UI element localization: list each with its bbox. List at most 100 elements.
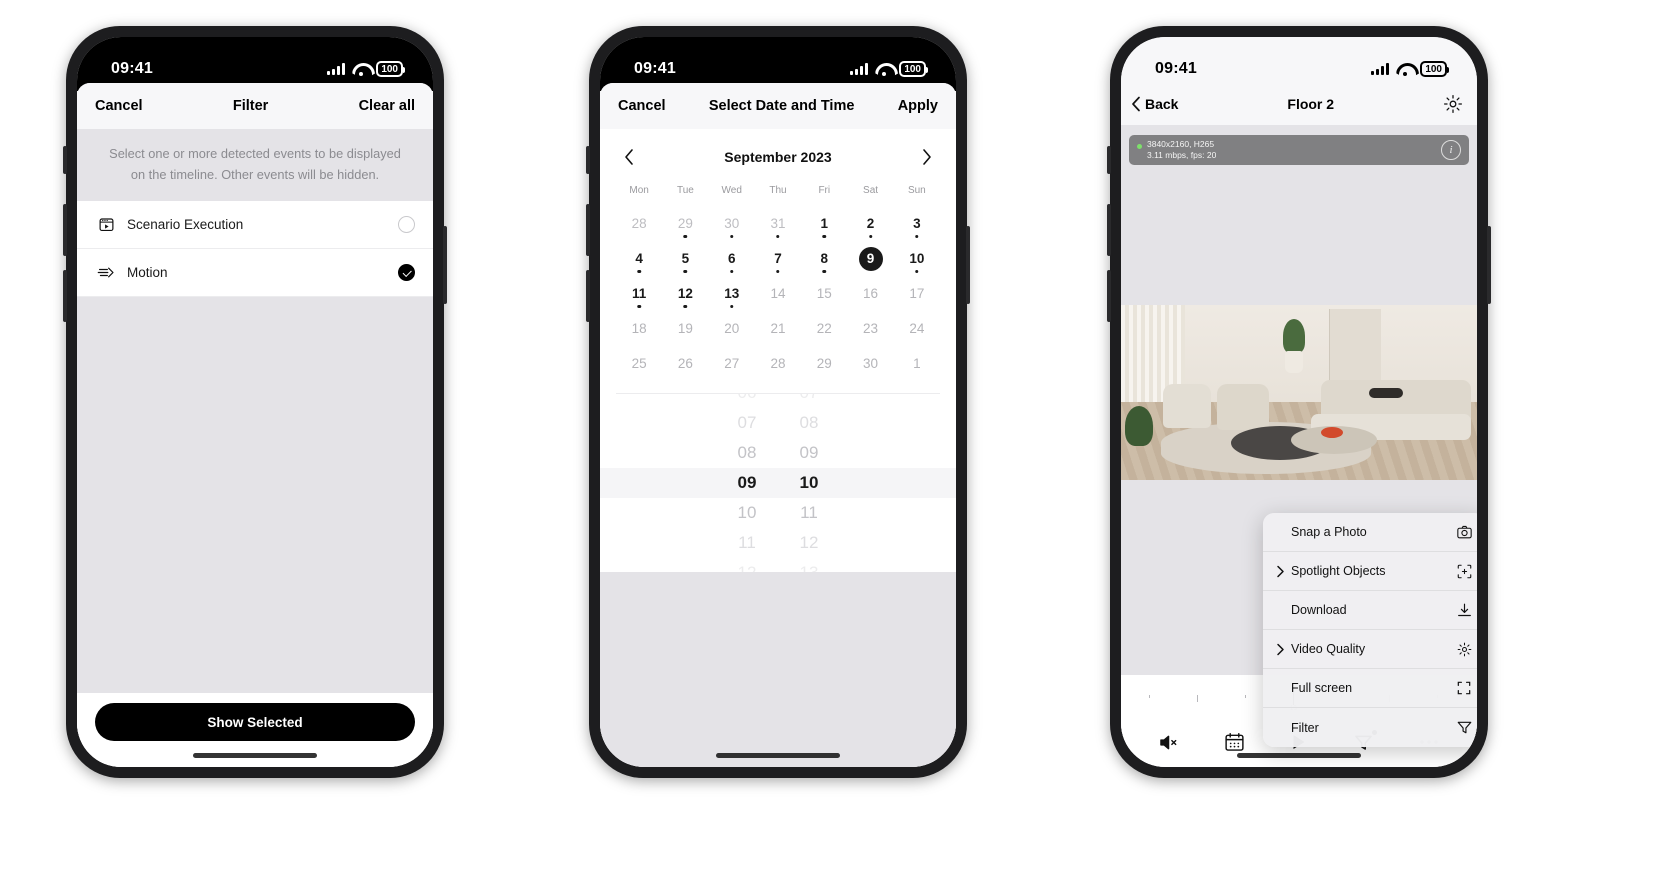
calendar-day[interactable]: 22 (801, 311, 847, 346)
time-picker[interactable]: 06070809101112 07080910111213 (600, 394, 956, 572)
minute-wheel[interactable]: 07080910111213 (787, 394, 831, 572)
calendar-day[interactable]: 5 (662, 241, 708, 276)
calendar-day[interactable]: 28 (616, 206, 662, 241)
calendar-day-number: 1 (913, 356, 921, 371)
hour-wheel[interactable]: 06070809101112 (725, 394, 769, 572)
silent-switch[interactable] (586, 146, 590, 174)
calendar-day[interactable]: 3 (894, 206, 940, 241)
calendar-day[interactable]: 1 (894, 346, 940, 381)
calendar-day[interactable]: 19 (662, 311, 708, 346)
minute-option[interactable]: 08 (787, 408, 831, 438)
screenshot-canvas: 09:41 100 Cancel Filter Clear all Select… (0, 0, 1659, 876)
calendar-day[interactable]: 29 (662, 206, 708, 241)
home-indicator[interactable] (716, 753, 840, 758)
calendar-day[interactable]: 8 (801, 241, 847, 276)
volume-up-button[interactable] (1107, 204, 1111, 256)
calendar-day[interactable]: 30 (709, 206, 755, 241)
menu-item-label: Spotlight Objects (1291, 564, 1386, 578)
calendar-day[interactable]: 10 (894, 241, 940, 276)
calendar-day-number: 29 (677, 216, 693, 231)
menu-item-filter[interactable]: Filter (1263, 708, 1477, 747)
calendar-day[interactable]: 27 (709, 346, 755, 381)
calendar-day[interactable]: 29 (801, 346, 847, 381)
minute-option[interactable]: 09 (787, 438, 831, 468)
cancel-button[interactable]: Cancel (95, 98, 143, 114)
calendar-day-selected[interactable]: 9 (847, 241, 893, 276)
calendar-day[interactable]: 2 (847, 206, 893, 241)
calendar-day[interactable]: 31 (755, 206, 801, 241)
calendar-day-event-dot (822, 234, 827, 238)
calendar-day[interactable]: 28 (755, 346, 801, 381)
home-indicator[interactable] (193, 753, 317, 758)
volume-down-button[interactable] (586, 270, 590, 322)
clear-all-button[interactable]: Clear all (359, 98, 415, 114)
hour-option[interactable]: 10 (725, 498, 769, 528)
power-button[interactable] (443, 226, 447, 304)
list-item[interactable]: Scenario Execution (77, 201, 433, 250)
calendar-day[interactable]: 26 (662, 346, 708, 381)
hour-option[interactable]: 11 (725, 528, 769, 558)
menu-item-full-screen[interactable]: Full screen (1263, 669, 1477, 708)
calendar-day[interactable]: 20 (709, 311, 755, 346)
calendar-day[interactable]: 18 (616, 311, 662, 346)
list-item[interactable]: Motion (77, 249, 433, 298)
hour-option[interactable]: 08 (725, 438, 769, 468)
show-selected-button[interactable]: Show Selected (95, 703, 415, 741)
calendar-day[interactable]: 6 (709, 241, 755, 276)
menu-item-video-quality[interactable]: Video Quality (1263, 630, 1477, 669)
minute-option[interactable]: 11 (787, 498, 831, 528)
silent-switch[interactable] (1107, 146, 1111, 174)
calendar-day[interactable]: 17 (894, 276, 940, 311)
cancel-button[interactable]: Cancel (618, 98, 666, 114)
gear-icon[interactable] (1443, 94, 1463, 114)
calendar-day[interactable]: 15 (801, 276, 847, 311)
row-toggle-unselected[interactable] (398, 216, 415, 234)
silent-switch[interactable] (63, 146, 67, 174)
row-toggle-selected[interactable] (398, 264, 415, 282)
menu-item-download[interactable]: Download (1263, 591, 1477, 630)
hour-option[interactable]: 12 (725, 558, 769, 572)
calendar-day-number: 5 (681, 251, 690, 266)
calendar-day-number: 14 (770, 286, 786, 301)
info-circle-icon[interactable]: i (1441, 140, 1461, 160)
calendar-day-number: 27 (724, 356, 740, 371)
power-button[interactable] (1487, 226, 1491, 304)
apply-button[interactable]: Apply (898, 98, 938, 114)
mute-icon[interactable] (1157, 730, 1181, 754)
home-indicator[interactable] (1237, 753, 1361, 758)
minute-option[interactable]: 12 (787, 528, 831, 558)
calendar-day[interactable]: 1 (801, 206, 847, 241)
calendar-icon[interactable] (1222, 730, 1246, 754)
calendar-day-number: 1 (820, 216, 829, 231)
hour-option[interactable]: 06 (725, 394, 769, 408)
back-button[interactable]: Back (1131, 96, 1178, 112)
hour-option[interactable]: 07 (725, 408, 769, 438)
minute-option[interactable]: 13 (787, 558, 831, 572)
volume-up-button[interactable] (586, 204, 590, 256)
menu-item-snap-a-photo[interactable]: Snap a Photo (1263, 513, 1477, 552)
calendar-day[interactable]: 30 (847, 346, 893, 381)
calendar-day[interactable]: 23 (847, 311, 893, 346)
phone-filter-screen: 09:41 100 Cancel Filter Clear all Select… (63, 26, 447, 778)
volume-up-button[interactable] (63, 204, 67, 256)
calendar-day[interactable]: 7 (755, 241, 801, 276)
menu-item-spotlight-objects[interactable]: Spotlight Objects (1263, 552, 1477, 591)
calendar-day-number: 15 (816, 286, 832, 301)
calendar-day[interactable]: 16 (847, 276, 893, 311)
volume-down-button[interactable] (63, 270, 67, 322)
calendar-day[interactable]: 4 (616, 241, 662, 276)
calendar-day[interactable]: 13 (709, 276, 755, 311)
minute-option[interactable]: 07 (787, 394, 831, 408)
minute-selected[interactable]: 10 (787, 468, 831, 498)
hour-selected[interactable]: 09 (725, 468, 769, 498)
calendar-day[interactable]: 14 (755, 276, 801, 311)
calendar-day[interactable]: 24 (894, 311, 940, 346)
chevron-left-icon[interactable] (620, 148, 638, 166)
chevron-right-icon[interactable] (918, 148, 936, 166)
calendar-day[interactable]: 12 (662, 276, 708, 311)
volume-down-button[interactable] (1107, 270, 1111, 322)
calendar-day[interactable]: 25 (616, 346, 662, 381)
calendar-day[interactable]: 21 (755, 311, 801, 346)
calendar-day[interactable]: 11 (616, 276, 662, 311)
power-button[interactable] (966, 226, 970, 304)
